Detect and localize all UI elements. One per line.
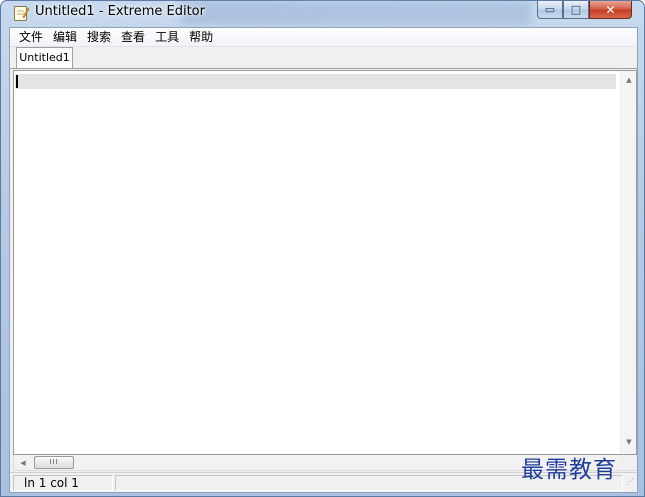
resize-grip-icon[interactable]: ⋰ (626, 478, 636, 489)
maximize-icon: □ (570, 3, 582, 16)
scroll-up-arrow-icon[interactable]: ▲ (621, 73, 637, 87)
scrollbar-corner (621, 455, 637, 470)
menu-bar: 文件 编辑 搜索 查看 工具 帮助 (10, 28, 637, 47)
menu-file[interactable]: 文件 (14, 28, 48, 46)
maximize-button[interactable]: □ (563, 1, 589, 19)
menu-view[interactable]: 查看 (116, 28, 150, 46)
horizontal-scroll-thumb[interactable]: III (34, 456, 74, 469)
watermark-text: 最需教育 (521, 457, 617, 483)
document-tab-strip: Untitled1 (10, 47, 637, 69)
notepad-icon (14, 6, 29, 21)
menu-edit[interactable]: 编辑 (48, 28, 82, 46)
tab-untitled1[interactable]: Untitled1 (16, 47, 73, 69)
title-bar-blur (181, 1, 531, 25)
app-window: Untitled1 - Extreme Editor ▭ □ ✕ 文件 编辑 搜… (0, 0, 645, 497)
close-icon: ✕ (605, 2, 616, 17)
client-area: 文件 编辑 搜索 查看 工具 帮助 Untitled1 ▲ ▼ ◀ III ln… (9, 27, 638, 493)
current-line-highlight (15, 74, 616, 89)
scroll-left-arrow-icon[interactable]: ◀ (15, 456, 31, 470)
text-editor[interactable]: ▲ ▼ (13, 70, 637, 455)
cursor-position-status: ln 1 col 1 (13, 475, 113, 491)
text-caret (16, 75, 18, 88)
minimize-icon: ▭ (544, 3, 556, 16)
close-button[interactable]: ✕ (589, 1, 632, 19)
menu-tools[interactable]: 工具 (150, 28, 184, 46)
caption-buttons: ▭ □ ✕ (537, 1, 632, 20)
tab-strip-divider (10, 68, 637, 69)
vertical-scrollbar[interactable]: ▲ ▼ (620, 71, 636, 454)
title-bar[interactable]: Untitled1 - Extreme Editor ▭ □ ✕ (1, 1, 644, 27)
window-title: Untitled1 - Extreme Editor (35, 4, 205, 19)
scroll-down-arrow-icon[interactable]: ▼ (621, 435, 637, 449)
menu-search[interactable]: 搜索 (82, 28, 116, 46)
menu-help[interactable]: 帮助 (184, 28, 218, 46)
minimize-button[interactable]: ▭ (537, 1, 563, 19)
